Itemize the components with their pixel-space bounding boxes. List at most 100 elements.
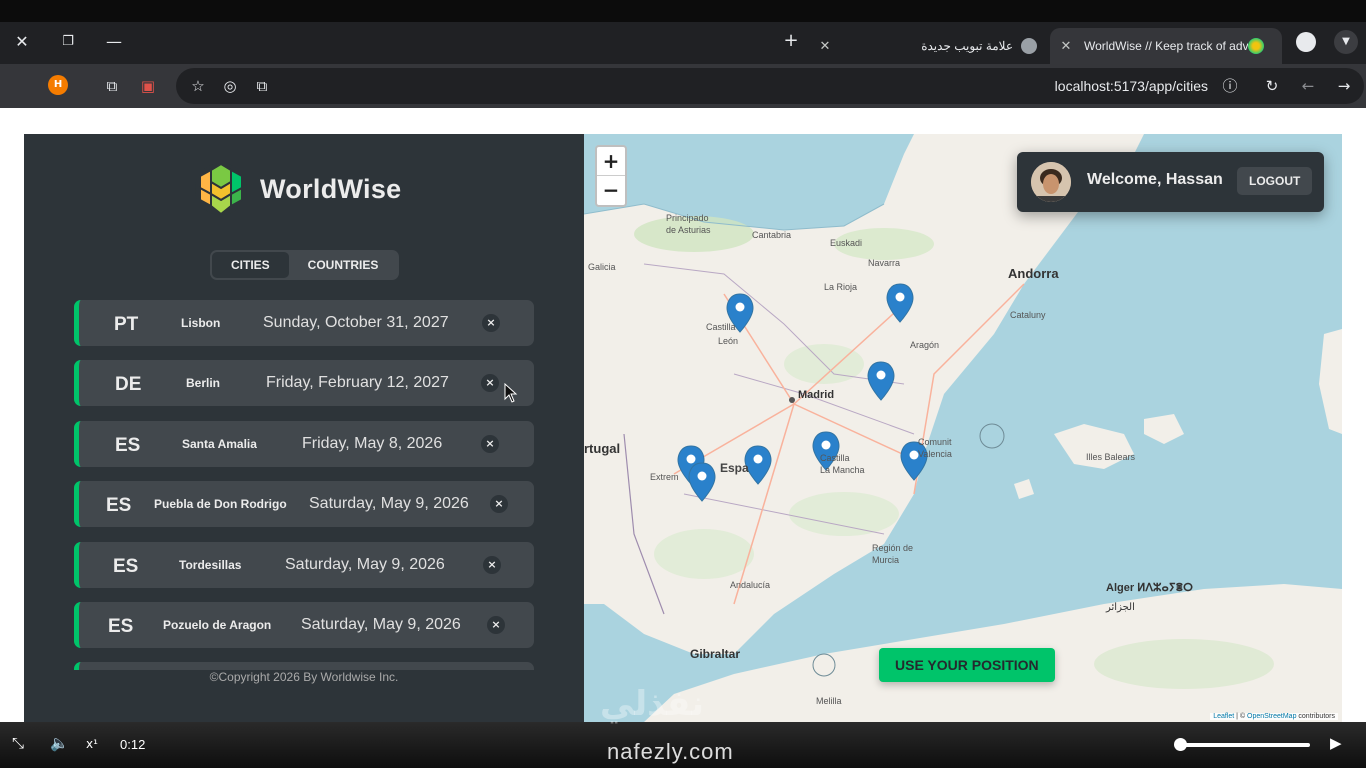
map-label-andalucia: Andalucía: [730, 580, 771, 590]
reload-icon[interactable]: ↻: [1262, 76, 1282, 96]
volume-icon[interactable]: 🔈: [50, 734, 69, 752]
bookmark-star-icon[interactable]: ☆: [188, 76, 208, 96]
video-time: 0:12: [120, 737, 146, 752]
map-label-madrid: Madrid: [798, 389, 835, 401]
map-label-castilla: Castilla: [706, 322, 736, 332]
leaflet-link[interactable]: Leaflet: [1213, 713, 1234, 720]
tab-cities[interactable]: CITIES: [212, 252, 289, 278]
map-label-illes-balears: Illes Balears: [1086, 452, 1136, 462]
seek-handle[interactable]: [1174, 738, 1187, 751]
country-code: PT: [114, 314, 139, 335]
tab-search-chevron-down-icon[interactable]: ▼: [1334, 30, 1358, 54]
forward-arrow-icon[interactable]: →: [1334, 76, 1354, 96]
reader-mode-icon[interactable]: ◎: [220, 76, 240, 96]
map-label-gibraltar: Gibraltar: [690, 647, 741, 661]
country-code: ES: [115, 434, 141, 456]
city-name: Lisbon: [181, 316, 221, 330]
back-arrow-icon[interactable]: ←: [1298, 76, 1318, 96]
map-label-castilla-la-mancha: Castilla La Mancha: [820, 453, 865, 475]
delete-city-button[interactable]: ×: [481, 374, 499, 393]
delete-city-button[interactable]: ×: [481, 434, 499, 453]
city-name: Puebla de Don Rodrigo: [154, 497, 287, 512]
exit-fullscreen-icon[interactable]: ⤡: [12, 734, 24, 752]
tab-close-icon[interactable]: ✕: [815, 38, 835, 54]
country-code: ES: [106, 495, 132, 517]
worldwise-logo-icon: [195, 162, 247, 216]
city-date: Sunday, October 31, 2027: [263, 314, 449, 331]
city-item[interactable]: ES Pozuelo de Aragon Saturday, May 9, 20…: [74, 601, 534, 648]
tab-countries[interactable]: COUNTRIES: [289, 252, 398, 278]
tab-title: WorldWise // Keep track of adv: [1084, 39, 1248, 53]
sidebar: WorldWise CITIES COUNTRIES PT Lisbon Sun…: [24, 134, 584, 722]
tab-new-tab[interactable]: ✕ علامة تبويب جديدة: [815, 28, 1045, 64]
map-label-larioja: La Rioja: [824, 282, 858, 292]
attribution-tail: contributors: [1296, 713, 1335, 720]
map-label-leon: León: [718, 336, 739, 346]
city-date: Friday, May 8, 2026: [302, 434, 443, 452]
tab-worldwise[interactable]: ✕ WorldWise // Keep track of adv: [1050, 28, 1282, 64]
map-label-andorra: Andorra: [1008, 266, 1059, 281]
map-label-catalunya: Cataluny: [1010, 310, 1046, 320]
delete-city-button[interactable]: ×: [482, 314, 500, 332]
city-item[interactable]: PT Lisbon Sunday, October 31, 2027 ×: [74, 300, 534, 346]
country-code: ES: [108, 615, 134, 637]
map-label-cantabria: Cantabria: [752, 230, 792, 240]
zoom-out-button[interactable]: −: [597, 176, 625, 205]
city-name: Pozuelo de Aragon: [163, 617, 272, 632]
close-window-icon[interactable]: ✕: [10, 30, 34, 54]
city-list: PT Lisbon Sunday, October 31, 2027 × DE …: [74, 300, 534, 670]
globe-icon: [1021, 38, 1037, 54]
user-panel: Welcome, Hassan LOGOUT: [1017, 152, 1324, 212]
zoom-control: + −: [595, 145, 627, 207]
welcome-text: Welcome, Hassan: [1087, 171, 1223, 188]
osm-link[interactable]: OpenStreetMap: [1247, 713, 1296, 720]
window-top-strip: [0, 0, 1366, 22]
city-date: Saturday, May 9, 2026: [301, 615, 461, 633]
map-label-alger: Alger ⵍⴷⵣⴰⵢⴻⵔ: [1106, 582, 1193, 594]
profile-avatar[interactable]: H: [48, 75, 68, 95]
city-name: Santa Amalia: [182, 436, 257, 451]
tab-close-icon[interactable]: ✕: [1056, 38, 1076, 54]
city-item[interactable]: DE Berlin Friday, February 12, 2027 ×: [74, 360, 534, 407]
mouse-cursor-icon: [504, 383, 518, 403]
map-label-asturias: Principado de Asturias: [666, 213, 711, 235]
chrome-profile-icon[interactable]: [1296, 32, 1316, 52]
delete-city-button[interactable]: ×: [487, 615, 505, 634]
seek-bar[interactable]: [1180, 743, 1310, 747]
city-item[interactable]: ES Santa Amalia Friday, May 8, 2026 ×: [74, 420, 534, 467]
address-bar[interactable]: ☆ ◎ ⧉ localhost:5173/app/cities ⓘ ↻ ← →: [176, 68, 1364, 104]
restore-window-icon[interactable]: ❐: [56, 30, 80, 54]
avatar: [1031, 162, 1071, 202]
extension-red-icon[interactable]: ▣: [138, 76, 158, 96]
app-nav-tabs: CITIES COUNTRIES: [210, 250, 400, 280]
map-label-navarra: Navarra: [868, 258, 901, 268]
logout-button[interactable]: LOGOUT: [1237, 167, 1313, 195]
extensions-icon[interactable]: ⧉: [102, 76, 122, 96]
map[interactable]: Andorra Madrid rtugal Espa Gibraltar Alg…: [584, 134, 1342, 722]
city-date: Saturday, May 9, 2026: [309, 495, 469, 513]
city-item[interactable]: ES Tordesillas Saturday, May 9, 2026 ×: [74, 541, 534, 588]
tab-title: علامة تبويب جديدة: [921, 39, 1013, 53]
translate-icon[interactable]: ⧉: [252, 76, 272, 96]
map-label-aragon: Aragón: [910, 340, 940, 350]
map-label-espana: Espa: [720, 461, 749, 475]
use-position-button[interactable]: USE YOUR POSITION: [879, 648, 1055, 682]
worldwise-logo[interactable]: WorldWise: [194, 162, 401, 216]
map-label-alger-ar: الجزائر: [1106, 602, 1135, 613]
worldwise-favicon-icon: [1248, 38, 1264, 54]
city-item[interactable]: ES Puebla de Don Rodrigo Saturday, May 9…: [74, 481, 534, 528]
site-info-icon[interactable]: ⓘ: [1220, 76, 1240, 96]
delete-city-button[interactable]: ×: [483, 555, 501, 574]
url-text[interactable]: localhost:5173/app/cities: [1055, 78, 1208, 94]
country-code: ES: [113, 555, 139, 577]
zoom-in-button[interactable]: +: [597, 147, 625, 176]
playback-speed-icon[interactable]: x¹: [86, 737, 98, 751]
country-code: DE: [115, 374, 142, 396]
city-item-partial[interactable]: [74, 662, 534, 670]
attribution-separator: | ©: [1234, 713, 1248, 720]
new-tab-button[interactable]: +: [780, 30, 802, 52]
delete-city-button[interactable]: ×: [490, 495, 508, 514]
minimize-window-icon[interactable]: —: [102, 30, 126, 54]
play-icon[interactable]: ▶: [1330, 734, 1342, 752]
map-label-comunitat-valenciana: Comunit Valencia: [918, 437, 952, 459]
